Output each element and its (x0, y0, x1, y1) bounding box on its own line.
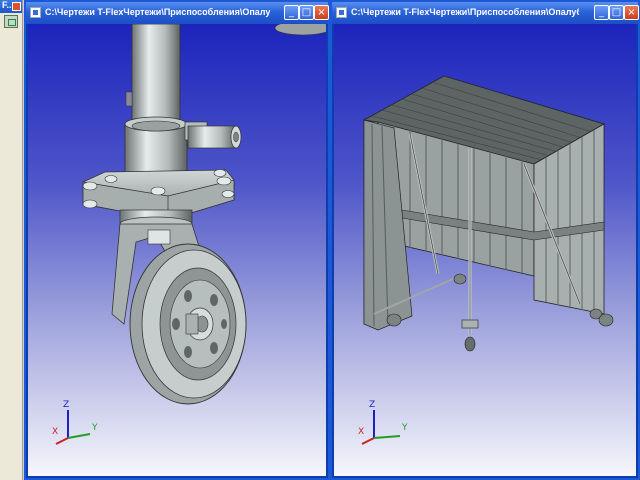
axis-x-label: X (358, 427, 365, 437)
close-icon: × (627, 7, 636, 18)
window-caster: C:\Чертежи T-FlexЧертежи\Приспособления\… (24, 0, 330, 480)
maximize-button[interactable]: □ (299, 5, 314, 20)
mini-panel: F.. (0, 0, 23, 480)
axis-z-label: Z (369, 400, 376, 410)
3d-viewport[interactable]: Z Y X (334, 24, 636, 476)
mini-panel-title: F.. (2, 0, 12, 10)
mini-panel-titlebar: F.. (0, 0, 22, 13)
window-titlebar[interactable]: C:\Чертежи T-FlexЧертежи\Приспособления\… (332, 2, 639, 24)
axis-z-label: Z (63, 400, 70, 410)
close-button[interactable]: × (624, 5, 639, 20)
3d-viewport[interactable]: Z Y X (28, 24, 326, 476)
minimize-icon: _ (599, 7, 604, 18)
window-titlebar[interactable]: C:\Чертежи T-FlexЧертежи\Приспособления\… (26, 2, 329, 24)
axis-x-label: X (52, 427, 59, 437)
window-title: C:\Чертежи T-FlexЧертежи\Приспособления\… (45, 7, 270, 17)
caster-model (55, 24, 326, 445)
model-tree-icon[interactable] (4, 15, 18, 28)
close-button[interactable]: × (314, 5, 329, 20)
window-formwork: C:\Чертежи T-FlexЧертежи\Приспособления\… (330, 0, 640, 480)
minimize-button[interactable]: _ (284, 5, 299, 20)
maximize-icon: □ (611, 7, 622, 18)
minimize-icon: _ (289, 7, 294, 18)
minimize-button[interactable]: _ (594, 5, 609, 20)
maximize-button[interactable]: □ (609, 5, 624, 20)
document-icon (336, 7, 347, 18)
axis-y-label: Y (402, 423, 408, 433)
mini-panel-close-button[interactable] (12, 2, 21, 11)
document-icon (30, 7, 41, 18)
axis-y-label: Y (92, 423, 98, 433)
close-icon: × (317, 7, 326, 18)
window-title: C:\Чертежи T-FlexЧертежи\Приспособления\… (351, 7, 579, 17)
formwork-model (361, 75, 614, 445)
maximize-icon: □ (301, 7, 312, 18)
